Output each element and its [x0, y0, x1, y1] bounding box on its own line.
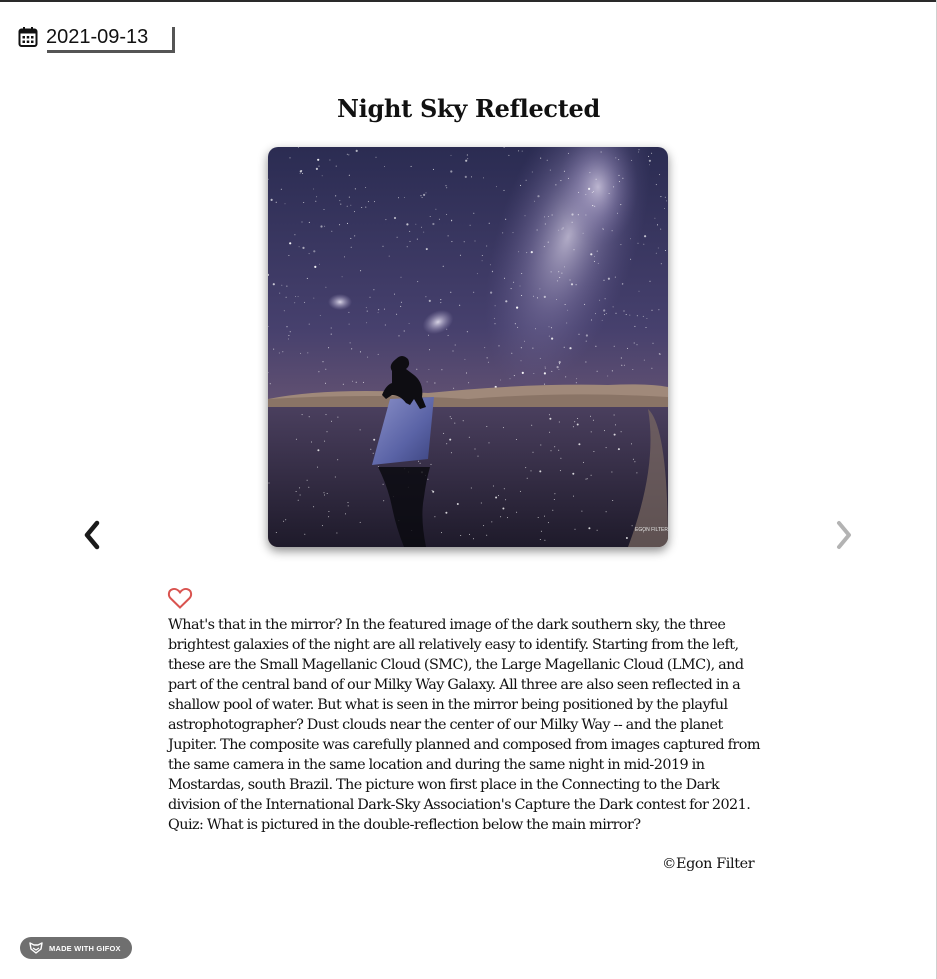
gifox-label: MADE WITH GIFOX — [49, 943, 121, 953]
previous-button[interactable] — [80, 518, 104, 552]
calendar-icon[interactable] — [18, 26, 38, 48]
gifox-badge[interactable]: MADE WITH GIFOX — [20, 937, 132, 959]
page-title: Night Sky Reflected — [337, 94, 600, 123]
apod-description: What's that in the mirror? In the featur… — [168, 617, 760, 833]
favorite-button[interactable] — [167, 586, 193, 610]
chevron-right-icon — [837, 521, 851, 549]
heart-outline-icon — [167, 587, 193, 609]
apod-image[interactable]: EGON FILTER — [268, 147, 668, 547]
date-input[interactable] — [44, 24, 172, 50]
next-button[interactable] — [832, 518, 856, 552]
night-sky-photo: EGON FILTER — [268, 147, 668, 547]
chevron-left-icon — [84, 520, 100, 550]
copyright-credit: ©Egon Filter — [662, 856, 755, 872]
svg-text:EGON FILTER: EGON FILTER — [635, 527, 668, 533]
top-border — [0, 0, 937, 2]
fox-icon — [29, 942, 43, 954]
date-picker[interactable] — [18, 24, 172, 50]
